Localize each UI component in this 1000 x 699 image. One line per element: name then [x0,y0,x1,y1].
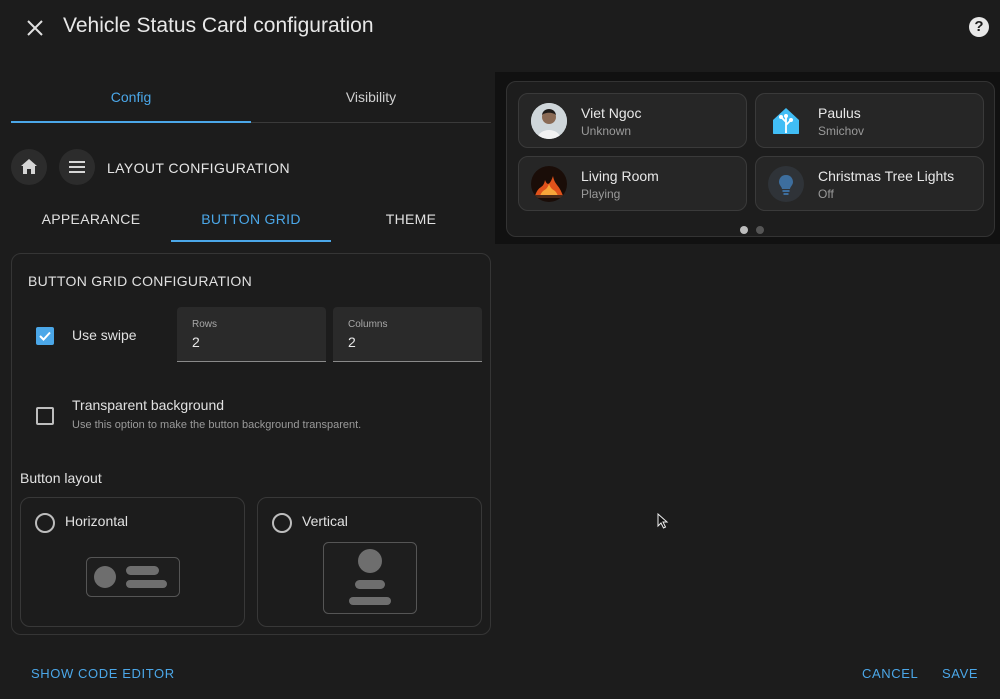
save-button[interactable]: SAVE [942,666,978,681]
entity-name: Christmas Tree Lights [818,168,955,184]
entity-name: Living Room [581,168,659,184]
tab-appearance[interactable]: APPEARANCE [11,198,171,242]
rows-field[interactable]: Rows 2 [177,307,326,362]
transparent-background-checkbox[interactable] [36,407,54,425]
vertical-label: Vertical [302,513,348,529]
close-icon [27,20,43,36]
horizontal-layout-icon [86,557,180,597]
tab-config[interactable]: Config [11,72,251,123]
menu-icon [69,161,85,173]
entity-state: Off [818,187,834,201]
tab-visibility[interactable]: Visibility [251,72,491,122]
tab-button-grid[interactable]: BUTTON GRID [171,198,331,242]
entity-state: Playing [581,187,621,201]
vehicle-status-card: Viet Ngoc Unknown Paulus Smichov Living … [506,81,995,237]
dialog-title: Vehicle Status Card configuration [63,14,374,37]
transparent-background-helper: Use this option to make the button backg… [72,419,362,431]
sub-tabs: APPEARANCE BUTTON GRID THEME [11,198,491,244]
dialog-header: Vehicle Status Card configuration ? [0,0,1000,56]
layout-header: LAYOUT CONFIGURATION [11,149,491,185]
columns-value: 2 [348,334,356,350]
home-icon [21,159,37,174]
vertical-layout-icon [323,542,417,614]
entity-button-viet-ngoc[interactable]: Viet Ngoc Unknown [518,93,747,148]
use-swipe-label: Use swipe [72,327,137,343]
menu-button[interactable] [59,149,95,185]
home-assistant-logo-icon [768,103,804,139]
help-icon: ? [974,18,984,35]
home-button[interactable] [11,149,47,185]
page-dot[interactable] [756,226,764,234]
layout-configuration-title: LAYOUT CONFIGURATION [107,160,291,176]
cursor-pointer-icon [657,513,669,529]
rows-label: Rows [192,319,218,330]
fireplace-thumbnail [531,166,567,202]
rows-value: 2 [192,334,200,350]
layout-option-vertical[interactable]: Vertical [257,497,482,627]
check-icon [39,331,51,341]
top-tabs: Config Visibility [11,72,491,123]
button-layout-label: Button layout [20,470,102,486]
lightbulb-icon [768,166,804,202]
entity-button-living-room[interactable]: Living Room Playing [518,156,747,211]
help-button[interactable]: ? [969,17,989,37]
columns-field[interactable]: Columns 2 [333,307,482,362]
layout-option-horizontal[interactable]: Horizontal [20,497,245,627]
button-grid-panel: BUTTON GRID CONFIGURATION Use swipe Rows… [11,253,491,635]
entity-name: Paulus [818,105,861,121]
entity-button-paulus[interactable]: Paulus Smichov [755,93,984,148]
use-swipe-checkbox[interactable] [36,327,54,345]
card-preview: Viet Ngoc Unknown Paulus Smichov Living … [495,72,1000,244]
vertical-radio[interactable] [272,513,292,533]
cancel-button[interactable]: CANCEL [862,666,918,681]
panel-title: BUTTON GRID CONFIGURATION [28,273,252,289]
person-avatar [531,103,567,139]
horizontal-radio[interactable] [35,513,55,533]
tab-theme[interactable]: THEME [331,198,491,242]
entity-state: Smichov [818,124,865,138]
page-dot-active[interactable] [740,226,748,234]
close-button[interactable] [22,15,48,41]
horizontal-label: Horizontal [65,513,129,529]
entity-name: Viet Ngoc [581,105,642,121]
transparent-background-label: Transparent background [72,397,225,413]
columns-label: Columns [348,319,388,330]
entity-state: Unknown [581,124,632,138]
show-code-editor-button[interactable]: SHOW CODE EDITOR [31,666,175,681]
entity-button-christmas-tree-lights[interactable]: Christmas Tree Lights Off [755,156,984,211]
